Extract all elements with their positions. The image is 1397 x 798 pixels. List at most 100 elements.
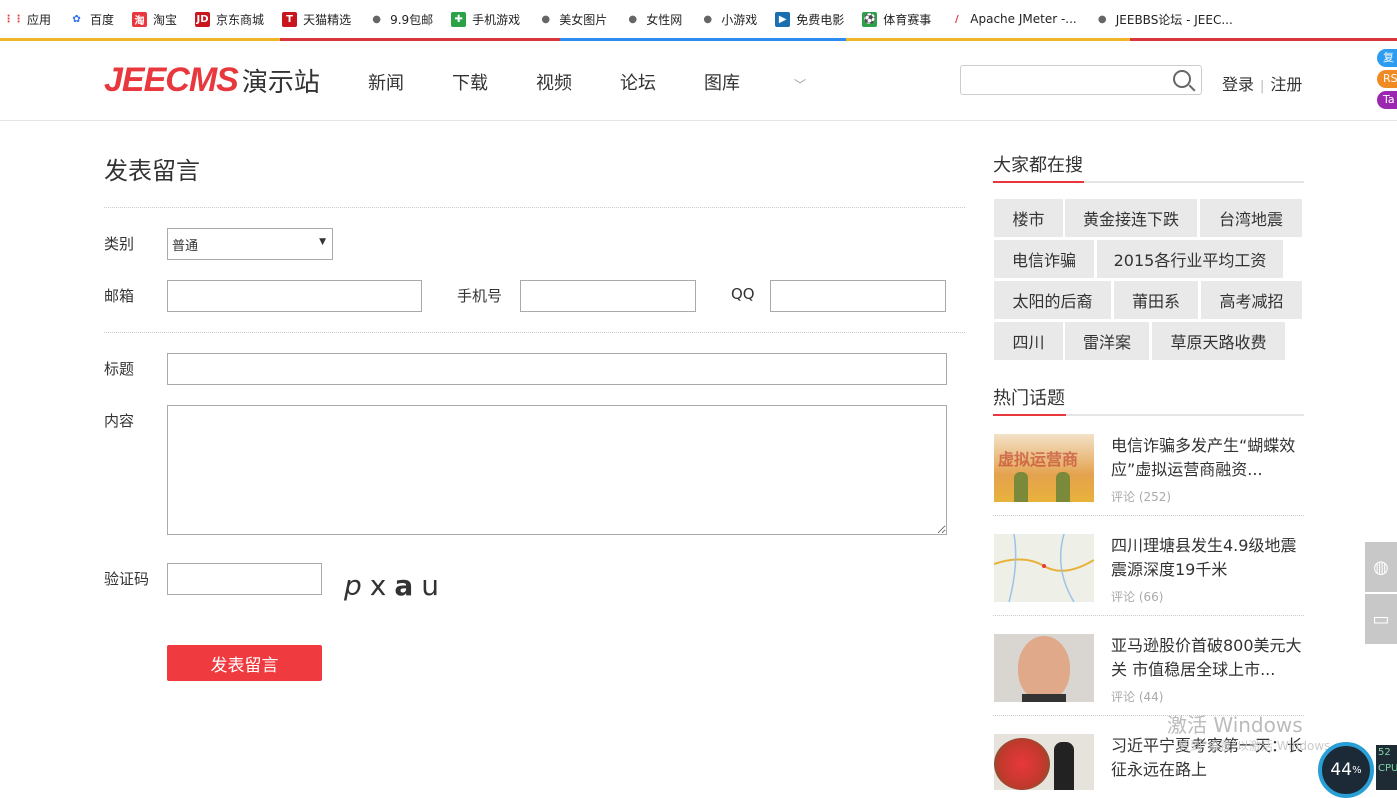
bookmark-item[interactable]: ▶ 免费电影 (775, 11, 844, 28)
bookmark-item[interactable]: 淘淘宝 (132, 11, 177, 28)
bookmark-item[interactable]: ● 美女图片 (538, 11, 607, 28)
phone-field[interactable] (520, 280, 696, 312)
tmall-icon: T (282, 11, 298, 27)
captcha-char: p (344, 569, 370, 602)
register-link[interactable]: 注册 (1270, 75, 1302, 94)
bookmark-label: 美女图片 (559, 12, 608, 27)
feedback-button[interactable]: ▭ (1365, 594, 1397, 644)
bookmark-item[interactable]: ● JEEBBS论坛 - JEEC... (1095, 11, 1233, 28)
news-comments: 评论 (252) (1111, 490, 1172, 504)
bookmark-item[interactable]: ✿ 百度 (69, 11, 114, 28)
content-textarea[interactable] (167, 405, 947, 535)
bookmark-label: 体育赛事 (883, 12, 932, 27)
portrait-image (1018, 636, 1070, 700)
chevron-down-icon: ﹀ (794, 78, 807, 92)
bookmark-item[interactable]: ● 女性网 (625, 11, 682, 28)
news-thumbnail[interactable] (994, 634, 1094, 702)
news-item[interactable]: 虚拟运营商 电信诈骗多发产生“蝴蝶效应”虚拟运营商融资... 评论 (252) (993, 434, 1304, 534)
category-select-value: 普通 (172, 238, 199, 254)
captcha-label: 验证码 (104, 570, 150, 588)
bookmark-label: 百度 (90, 12, 115, 27)
search-tag[interactable]: 黄金接连下跌 (1065, 199, 1197, 237)
bookmark-label: 淘宝 (153, 12, 178, 27)
game-icon: ✚ (451, 11, 467, 27)
windows-activation-subtext: 转到"设置"以激活 Windows。 (1178, 739, 1343, 753)
search-tag[interactable]: 四川 (994, 322, 1063, 360)
edge-button-tag[interactable]: Ta (1377, 91, 1397, 109)
search-tag[interactable]: 草原天路收费 (1152, 322, 1285, 360)
news-title[interactable]: 亚马逊股价首破800美元大关 市值稳居全球上市... (1111, 634, 1306, 682)
search-tag[interactable]: 2015各行业平均工资 (1097, 240, 1283, 278)
globe-icon: ● (703, 13, 713, 25)
category-label: 类别 (104, 235, 135, 253)
phone-label: 手机号 (457, 287, 503, 305)
flowers-image (994, 738, 1050, 790)
search-tag[interactable]: 楼市 (994, 199, 1063, 237)
search-input[interactable] (961, 66, 1161, 94)
search-tag[interactable]: 太阳的后裔 (994, 281, 1111, 319)
windows-activation-watermark: 激活 Windows (1167, 713, 1303, 737)
edge-button-rss[interactable]: RS (1377, 70, 1397, 88)
news-title[interactable]: 电信诈骗多发产生“蝴蝶效应”虚拟运营商融资... (1111, 434, 1306, 482)
news-thumbnail[interactable]: 虚拟运营商 (994, 434, 1094, 502)
site-logo[interactable]: JEECMS 演示站 (104, 61, 320, 100)
subject-field[interactable] (167, 353, 947, 385)
film-icon: ▶ (775, 11, 791, 27)
bookmark-item[interactable]: / Apache JMeter -... (949, 12, 1077, 27)
wechat-share-button[interactable]: ◍ (1365, 542, 1397, 592)
main-nav: 新闻 下载 视频 论坛 图库 ﹀ (368, 69, 902, 95)
search-tag[interactable]: 莆田系 (1114, 281, 1198, 319)
title-underline (993, 414, 1304, 416)
submit-button[interactable]: 发表留言 (167, 645, 322, 681)
search-tag[interactable]: 台湾地震 (1200, 199, 1302, 237)
news-item[interactable]: 四川理塘县发生4.9级地震 震源深度19千米 评论 (66) (993, 534, 1304, 634)
news-title[interactable]: 四川理塘县发生4.9级地震 震源深度19千米 (1111, 534, 1306, 582)
nav-item-forum[interactable]: 论坛 (620, 69, 656, 95)
bookmark-item[interactable]: ⚽ 体育赛事 (862, 11, 931, 28)
search-icon[interactable] (1173, 70, 1191, 88)
bookmark-label: 手机游戏 (472, 12, 521, 27)
divider (104, 207, 965, 208)
login-link[interactable]: 登录 (1222, 75, 1254, 94)
globe-icon: ● (628, 13, 638, 25)
captcha-image[interactable]: pxau (344, 569, 447, 602)
news-thumbnail[interactable] (994, 534, 1094, 602)
search-tag[interactable]: 电信诈骗 (994, 240, 1094, 278)
email-field[interactable] (167, 280, 422, 312)
taobao-icon: 淘 (132, 11, 148, 27)
bookmark-label: 天猫精选 (303, 12, 352, 27)
nav-item-download[interactable]: 下载 (452, 69, 488, 95)
search-tag[interactable]: 高考减招 (1201, 281, 1302, 319)
bookmarks-bar: ⋮⋮ 应用 ✿ 百度 淘淘宝 JD 京东商城 T 天猫精选 ● 9.9包邮 ✚ 手机游戏 ● 美女图片 ● 女性… (0, 0, 1397, 38)
bookmark-item[interactable]: ✚ 手机游戏 (451, 11, 520, 28)
nav-item-gallery-label: 图库 (704, 73, 740, 94)
auth-links: 登录 | 注册 (1222, 71, 1302, 95)
qq-label: QQ (731, 285, 755, 303)
bookmark-item[interactable]: ● 小游戏 (700, 11, 757, 28)
logo-text-cn: 演示站 (241, 68, 320, 98)
globe-icon: ● (1097, 13, 1107, 25)
divider (104, 332, 965, 333)
category-select[interactable]: 普通 ▼ (167, 228, 333, 260)
cpu-readout: 52 (1378, 747, 1391, 758)
nav-item-news[interactable]: 新闻 (368, 69, 404, 95)
bookmark-label: JEEBBS论坛 - JEEC... (1115, 12, 1233, 27)
search-tag[interactable]: 雷洋案 (1065, 322, 1149, 360)
bookmark-item[interactable]: ⋮⋮ 应用 (4, 11, 52, 28)
nav-item-gallery[interactable]: 图库 ﹀ (704, 69, 854, 95)
bookmark-item[interactable]: ● 9.9包邮 (369, 11, 433, 28)
news-thumbnail[interactable] (994, 734, 1094, 790)
thumbnail-caption: 虚拟运营商 (998, 450, 1079, 469)
bookmark-item[interactable]: JD 京东商城 (195, 11, 264, 28)
bookmark-item[interactable]: T 天猫精选 (282, 11, 351, 28)
search-box (960, 65, 1202, 95)
captcha-field[interactable] (167, 563, 322, 595)
bookmark-label: 小游戏 (721, 12, 758, 27)
hot-topics-title: 热门话题 (993, 388, 1065, 409)
qq-field[interactable] (770, 280, 946, 312)
baidu-paw-icon: ✿ (72, 13, 81, 25)
nav-item-video[interactable]: 视频 (536, 69, 572, 95)
email-label: 邮箱 (104, 287, 135, 305)
auth-separator: | (1260, 79, 1265, 94)
edge-button-1[interactable]: 复 (1377, 49, 1397, 67)
